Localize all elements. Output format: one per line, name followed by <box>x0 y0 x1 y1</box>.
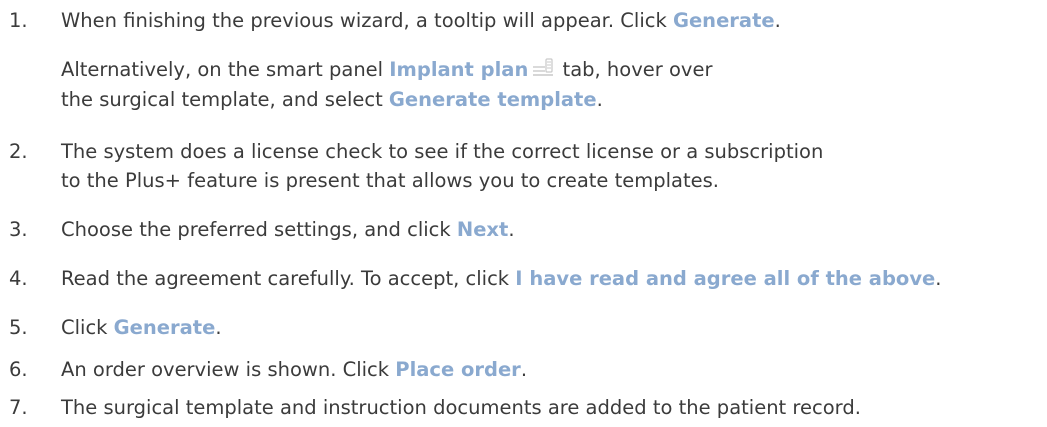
generate-template-reference: Generate template <box>388 88 597 111</box>
instruction-steps-list: 1. When finishing the previous wizard, a… <box>0 0 1047 427</box>
step-text-after: . <box>935 267 942 290</box>
step-text-line-2: to the Plus+ feature is present that all… <box>61 169 720 192</box>
step-text: An order overview is shown. Click Place … <box>61 356 527 384</box>
generate-reference: Generate <box>113 316 216 339</box>
step-text-before: Choose the preferred settings, and click <box>61 218 457 241</box>
next-reference: Next <box>456 218 509 241</box>
step-number: 5. <box>9 316 28 339</box>
step-number: 6. <box>9 358 28 381</box>
step-text-before: An order overview is shown. Click <box>61 358 396 381</box>
step-text-after: . <box>508 218 515 241</box>
step-text: The surgical template and instruction do… <box>61 396 861 419</box>
step-number: 1. <box>9 9 28 32</box>
step-text: Choose the preferred settings, and click… <box>61 216 515 244</box>
step-text: Click Generate. <box>61 314 222 342</box>
step-text-after: . <box>520 358 528 381</box>
step-text: Read the agreement carefully. To accept,… <box>61 265 941 293</box>
implant-plan-tab-icon <box>532 58 554 78</box>
step-text-before: When finishing the previous wizard, a to… <box>61 9 673 32</box>
alternative-text-before: Alternatively, on the smart panel <box>61 58 390 81</box>
implant-plan-reference: Implant plan <box>389 58 529 81</box>
alternative-text-after: tab, hover over <box>556 58 713 81</box>
agree-reference: I have read and agree all of the above <box>515 267 936 290</box>
generate-reference: Generate <box>672 9 775 32</box>
alternative-line-2-before: the surgical template, and select <box>61 88 389 111</box>
step-text-before: Click <box>61 316 114 339</box>
step-text: The system does a license check to see i… <box>61 140 824 163</box>
step-number: 3. <box>9 218 28 241</box>
step-text-after: . <box>774 9 781 32</box>
step-number: 2. <box>9 140 28 163</box>
step-number: 7. <box>9 396 28 419</box>
step-text-before: Read the agreement carefully. To accept,… <box>61 267 516 290</box>
alternative-text: Alternatively, on the smart panel Implan… <box>61 56 712 84</box>
step-number: 4. <box>9 267 28 290</box>
place-order-reference: Place order <box>395 358 521 381</box>
step-text-after: . <box>215 316 222 339</box>
alternative-line-2-after: . <box>596 88 603 111</box>
alternative-text-line-2: the surgical template, and select Genera… <box>61 86 603 114</box>
step-text: When finishing the previous wizard, a to… <box>61 7 781 35</box>
